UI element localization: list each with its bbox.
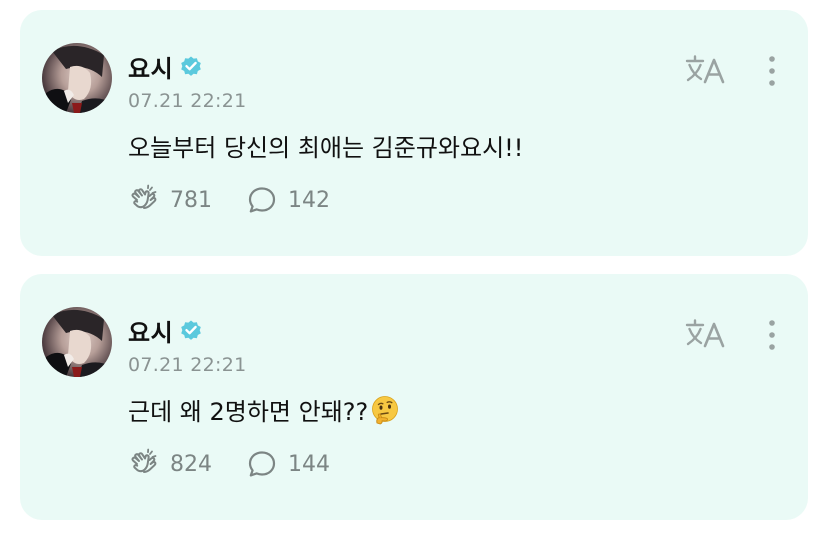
more-options-button[interactable] bbox=[760, 318, 784, 352]
verified-badge-icon bbox=[181, 56, 201, 76]
post-text: 오늘부터 당신의 최애는 김준규와요시!! bbox=[128, 128, 523, 163]
post-text: 근데 왜 2명하면 안돼?? bbox=[128, 392, 400, 427]
post-card: 요시 07.21 22:21 오늘부터 당신의 최애는 김준규와요시!! 781… bbox=[20, 10, 808, 256]
comments-button[interactable]: 142 bbox=[246, 184, 330, 216]
likes-button[interactable]: 781 bbox=[128, 184, 212, 216]
comments-button[interactable]: 144 bbox=[246, 448, 330, 480]
comments-count: 144 bbox=[288, 451, 330, 477]
author-row: 요시 bbox=[128, 49, 203, 83]
comments-count: 142 bbox=[288, 187, 330, 213]
verified-badge-icon bbox=[181, 320, 201, 340]
clap-hands-icon bbox=[131, 184, 157, 209]
post-stats: 824 144 bbox=[128, 448, 330, 480]
post-stats: 781 142 bbox=[128, 184, 330, 216]
avatar-photo bbox=[42, 45, 112, 113]
avatar-photo bbox=[42, 309, 112, 377]
clap-hands-icon bbox=[131, 448, 157, 473]
translate-icon bbox=[685, 319, 725, 348]
likes-button[interactable]: 824 bbox=[128, 448, 212, 480]
translate-button[interactable] bbox=[685, 316, 727, 350]
speech-bubble-icon bbox=[248, 451, 276, 477]
likes-count: 824 bbox=[170, 451, 212, 477]
more-options-button[interactable] bbox=[760, 54, 784, 88]
thinking-face-emoji bbox=[370, 395, 400, 425]
post-card: 요시 07.21 22:21 근데 왜 2명하면 안돼?? 824 144 bbox=[20, 274, 808, 520]
post-text-content: 근데 왜 2명하면 안돼?? bbox=[128, 398, 369, 426]
more-vertical-icon bbox=[769, 320, 775, 350]
more-vertical-icon bbox=[769, 56, 775, 86]
likes-count: 781 bbox=[170, 187, 212, 213]
avatar[interactable] bbox=[42, 307, 112, 377]
translate-icon bbox=[685, 55, 725, 84]
author-row: 요시 bbox=[128, 313, 203, 347]
author-name[interactable]: 요시 bbox=[128, 313, 173, 348]
post-timestamp: 07.21 22:21 bbox=[128, 354, 247, 376]
post-timestamp: 07.21 22:21 bbox=[128, 90, 247, 112]
translate-button[interactable] bbox=[685, 52, 727, 86]
author-name[interactable]: 요시 bbox=[128, 49, 173, 84]
avatar[interactable] bbox=[42, 43, 112, 113]
speech-bubble-icon bbox=[248, 187, 276, 213]
post-text-content: 오늘부터 당신의 최애는 김준규와요시!! bbox=[128, 134, 524, 162]
